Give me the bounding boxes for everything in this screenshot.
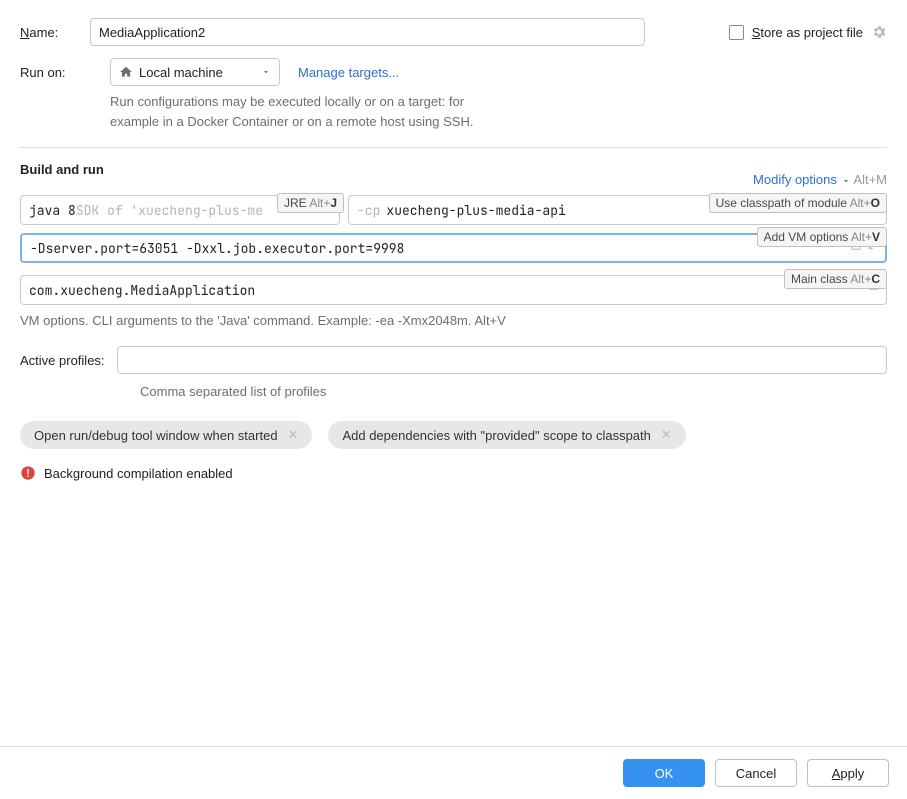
modify-options-link[interactable]: Modify options Alt+M <box>753 172 887 187</box>
run-on-note: Run configurations may be executed local… <box>110 92 887 131</box>
chevron-down-icon <box>261 67 271 77</box>
store-as-project-file-label: Store as project file <box>752 25 863 40</box>
classpath-hint: Use classpath of module Alt+O <box>709 193 887 213</box>
close-icon[interactable]: ✕ <box>288 427 299 443</box>
name-label: Name: <box>20 25 90 40</box>
error-icon <box>20 465 36 481</box>
home-icon <box>119 65 133 79</box>
store-as-project-file-checkbox[interactable] <box>729 25 744 40</box>
active-profiles-help: Comma separated list of profiles <box>140 384 887 399</box>
main-class-hint: Main class Alt+C <box>784 269 887 289</box>
jre-hint: JRE Alt+J <box>277 193 344 213</box>
run-on-label: Run on: <box>20 65 90 80</box>
separator <box>20 147 887 148</box>
gear-icon[interactable] <box>871 24 887 40</box>
manage-targets-link[interactable]: Manage targets... <box>298 65 399 80</box>
active-profiles-label: Active profiles: <box>20 353 105 368</box>
apply-button[interactable]: Apply <box>807 759 889 787</box>
ok-button[interactable]: OK <box>623 759 705 787</box>
cancel-button[interactable]: Cancel <box>715 759 797 787</box>
main-class-input[interactable] <box>20 275 887 305</box>
close-icon[interactable]: ✕ <box>661 427 672 443</box>
vm-options-help: VM options. CLI arguments to the 'Java' … <box>20 313 887 328</box>
chevron-down-icon <box>841 176 851 186</box>
name-input[interactable] <box>90 18 645 46</box>
dialog-footer: OK Cancel Apply <box>0 746 907 799</box>
vm-options-hint: Add VM options Alt+V <box>757 227 887 247</box>
chip-provided-scope[interactable]: Add dependencies with "provided" scope t… <box>328 421 685 449</box>
run-on-dropdown[interactable]: Local machine <box>110 58 280 86</box>
chip-open-tool-window[interactable]: Open run/debug tool window when started … <box>20 421 312 449</box>
run-on-selected: Local machine <box>139 65 223 80</box>
active-profiles-input[interactable] <box>117 346 887 374</box>
warning-text: Background compilation enabled <box>44 466 233 481</box>
